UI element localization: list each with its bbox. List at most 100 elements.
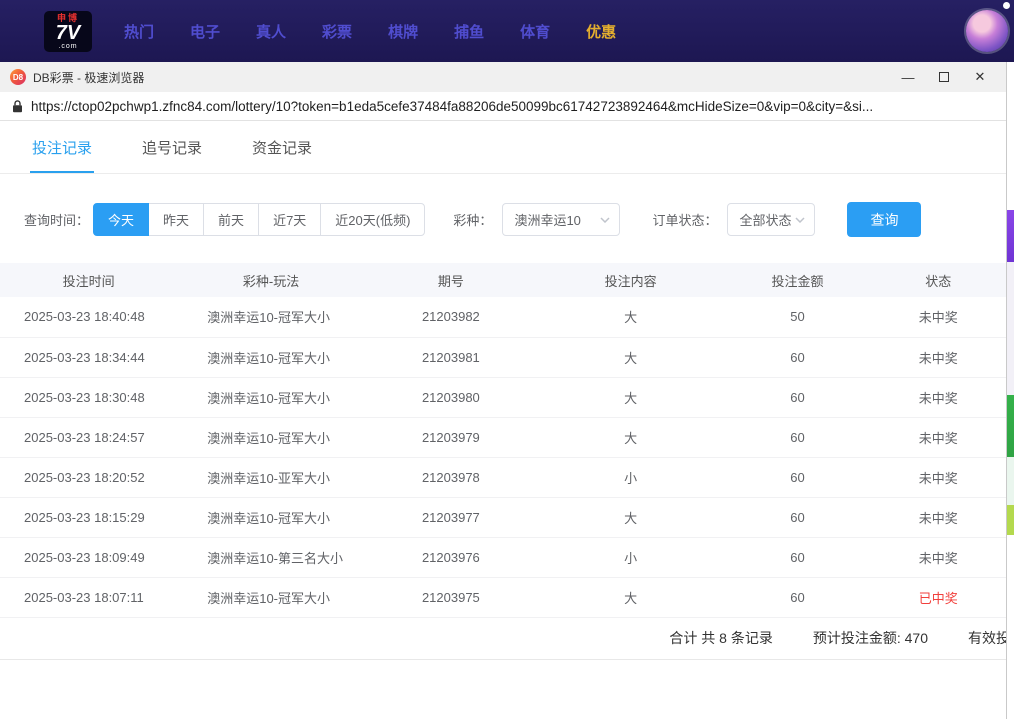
- time-option-3[interactable]: 前天: [203, 203, 259, 236]
- bet-time: 2025-03-23 18:24:57: [0, 417, 177, 457]
- logo-suffix-text: .com: [46, 43, 90, 50]
- maximize-button[interactable]: [926, 64, 962, 90]
- game-play: 澳洲幸运10-冠军大小: [177, 497, 365, 537]
- header-game-play: 彩种-玩法: [177, 263, 365, 297]
- tab-3[interactable]: 资金记录: [250, 121, 314, 173]
- issue-number: 21203976: [365, 537, 537, 577]
- avatar[interactable]: [966, 10, 1008, 52]
- header-status: 状态: [870, 263, 1006, 297]
- bet-amount: 60: [725, 417, 871, 457]
- bet-content: 大: [537, 377, 725, 417]
- table-row: 2025-03-23 18:40:48澳洲幸运10-冠军大小21203982大5…: [0, 297, 1006, 337]
- table-row: 2025-03-23 18:24:57澳洲幸运10-冠军大小21203979大6…: [0, 417, 1006, 457]
- bet-amount: 60: [725, 577, 871, 617]
- nav-item-6[interactable]: 捕鱼: [454, 21, 484, 42]
- lottery-filter-label: 彩种：: [453, 210, 492, 229]
- header-issue-number: 期号: [365, 263, 537, 297]
- table-header-row: 投注时间 彩种-玩法 期号 投注内容 投注金额 状态: [0, 263, 1006, 297]
- bet-content: 小: [537, 537, 725, 577]
- browser-favicon-icon: D8: [10, 69, 26, 85]
- search-button[interactable]: 查询: [847, 202, 921, 237]
- bet-time: 2025-03-23 18:20:52: [0, 457, 177, 497]
- tab-1[interactable]: 投注记录: [30, 121, 94, 173]
- bet-status: 未中奖: [870, 537, 1006, 577]
- bet-content: 大: [537, 497, 725, 537]
- time-option-4[interactable]: 近7天: [258, 203, 321, 236]
- issue-number: 21203977: [365, 497, 537, 537]
- bet-status: 未中奖: [870, 497, 1006, 537]
- bet-content: 大: [537, 297, 725, 337]
- nav-item-3[interactable]: 真人: [256, 21, 286, 42]
- game-play: 澳洲幸运10-亚军大小: [177, 457, 365, 497]
- bet-content: 大: [537, 337, 725, 377]
- lottery-select-value: 澳洲幸运10: [514, 210, 580, 229]
- avatar-status-dot: [1003, 2, 1010, 9]
- site-logo[interactable]: 申博 7V .com: [44, 11, 92, 52]
- tab-2[interactable]: 追号记录: [140, 121, 204, 173]
- bet-time: 2025-03-23 18:15:29: [0, 497, 177, 537]
- main-nav: 热门 电子 真人 彩票 棋牌 捕鱼 体育 优惠: [124, 21, 616, 42]
- table-row: 2025-03-23 18:09:49澳洲幸运10-第三名大小21203976小…: [0, 537, 1006, 577]
- issue-number: 21203975: [365, 577, 537, 617]
- background-page-strip: [1007, 62, 1014, 719]
- nav-item-1[interactable]: 热门: [124, 21, 154, 42]
- bet-content: 大: [537, 417, 725, 457]
- issue-number: 21203979: [365, 417, 537, 457]
- bet-time: 2025-03-23 18:07:11: [0, 577, 177, 617]
- logo-main-text: 7V: [46, 23, 90, 43]
- browser-title-bar: D8 DB彩票 - 极速浏览器 — ✕: [0, 62, 1006, 92]
- nav-item-5[interactable]: 棋牌: [388, 21, 418, 42]
- table-row: 2025-03-23 18:07:11澳洲幸运10-冠军大小21203975大6…: [0, 577, 1006, 617]
- time-option-2[interactable]: 昨天: [148, 203, 204, 236]
- bet-time: 2025-03-23 18:34:44: [0, 337, 177, 377]
- game-play: 澳洲幸运10-第三名大小: [177, 537, 365, 577]
- chevron-down-icon: [795, 217, 805, 223]
- lock-icon: [12, 100, 23, 113]
- header-bet-amount: 投注金额: [725, 263, 871, 297]
- table-row: 2025-03-23 18:20:52澳洲幸运10-亚军大小21203978小6…: [0, 457, 1006, 497]
- table-row: 2025-03-23 18:34:44澳洲幸运10-冠军大小21203981大6…: [0, 337, 1006, 377]
- status-select-value: 全部状态: [739, 210, 791, 229]
- close-button[interactable]: ✕: [962, 64, 998, 90]
- bet-status: 未中奖: [870, 377, 1006, 417]
- expected-bet-amount: 预计投注金额: 470: [813, 628, 928, 648]
- nav-item-8[interactable]: 优惠: [586, 21, 616, 42]
- issue-number: 21203980: [365, 377, 537, 417]
- issue-number: 21203982: [365, 297, 537, 337]
- lottery-select[interactable]: 澳洲幸运10: [502, 203, 620, 236]
- nav-item-2[interactable]: 电子: [190, 21, 220, 42]
- valid-bet-amount: 有效投注金额: [968, 628, 1007, 648]
- time-option-1[interactable]: 今天: [93, 203, 149, 236]
- minimize-button[interactable]: —: [890, 64, 926, 90]
- bet-amount: 60: [725, 337, 871, 377]
- game-play: 澳洲幸运10-冠军大小: [177, 377, 365, 417]
- bet-status: 未中奖: [870, 417, 1006, 457]
- url-text[interactable]: https://ctop02pchwp1.zfnc84.com/lottery/…: [31, 99, 873, 114]
- table-row: 2025-03-23 18:30:48澳洲幸运10-冠军大小21203980大6…: [0, 377, 1006, 417]
- game-play: 澳洲幸运10-冠军大小: [177, 417, 365, 457]
- bet-time: 2025-03-23 18:40:48: [0, 297, 177, 337]
- summary-row: 合计 共 8 条记录 预计投注金额: 470 有效投注金额: [0, 618, 1006, 660]
- issue-number: 21203978: [365, 457, 537, 497]
- bet-status: 未中奖: [870, 457, 1006, 497]
- game-play: 澳洲幸运10-冠军大小: [177, 337, 365, 377]
- game-play: 澳洲幸运10-冠军大小: [177, 297, 365, 337]
- time-filter-label: 查询时间：: [24, 210, 89, 229]
- bet-amount: 60: [725, 537, 871, 577]
- bet-status: 未中奖: [870, 297, 1006, 337]
- header-bet-content: 投注内容: [537, 263, 725, 297]
- bet-amount: 60: [725, 457, 871, 497]
- nav-item-4[interactable]: 彩票: [322, 21, 352, 42]
- status-select[interactable]: 全部状态: [727, 203, 815, 236]
- time-option-5[interactable]: 近20天(低频): [320, 203, 425, 236]
- total-records: 合计 共 8 条记录: [669, 628, 772, 648]
- bet-content: 小: [537, 457, 725, 497]
- address-bar[interactable]: https://ctop02pchwp1.zfnc84.com/lottery/…: [0, 92, 1006, 121]
- bet-amount: 60: [725, 377, 871, 417]
- nav-item-7[interactable]: 体育: [520, 21, 550, 42]
- bet-table-body: 2025-03-23 18:40:48澳洲幸运10-冠军大小21203982大5…: [0, 297, 1006, 617]
- window-title: DB彩票 - 极速浏览器: [33, 69, 144, 86]
- header-bet-time: 投注时间: [0, 263, 177, 297]
- bet-time: 2025-03-23 18:30:48: [0, 377, 177, 417]
- time-filter-group: 今天昨天前天近7天近20天(低频): [93, 203, 425, 236]
